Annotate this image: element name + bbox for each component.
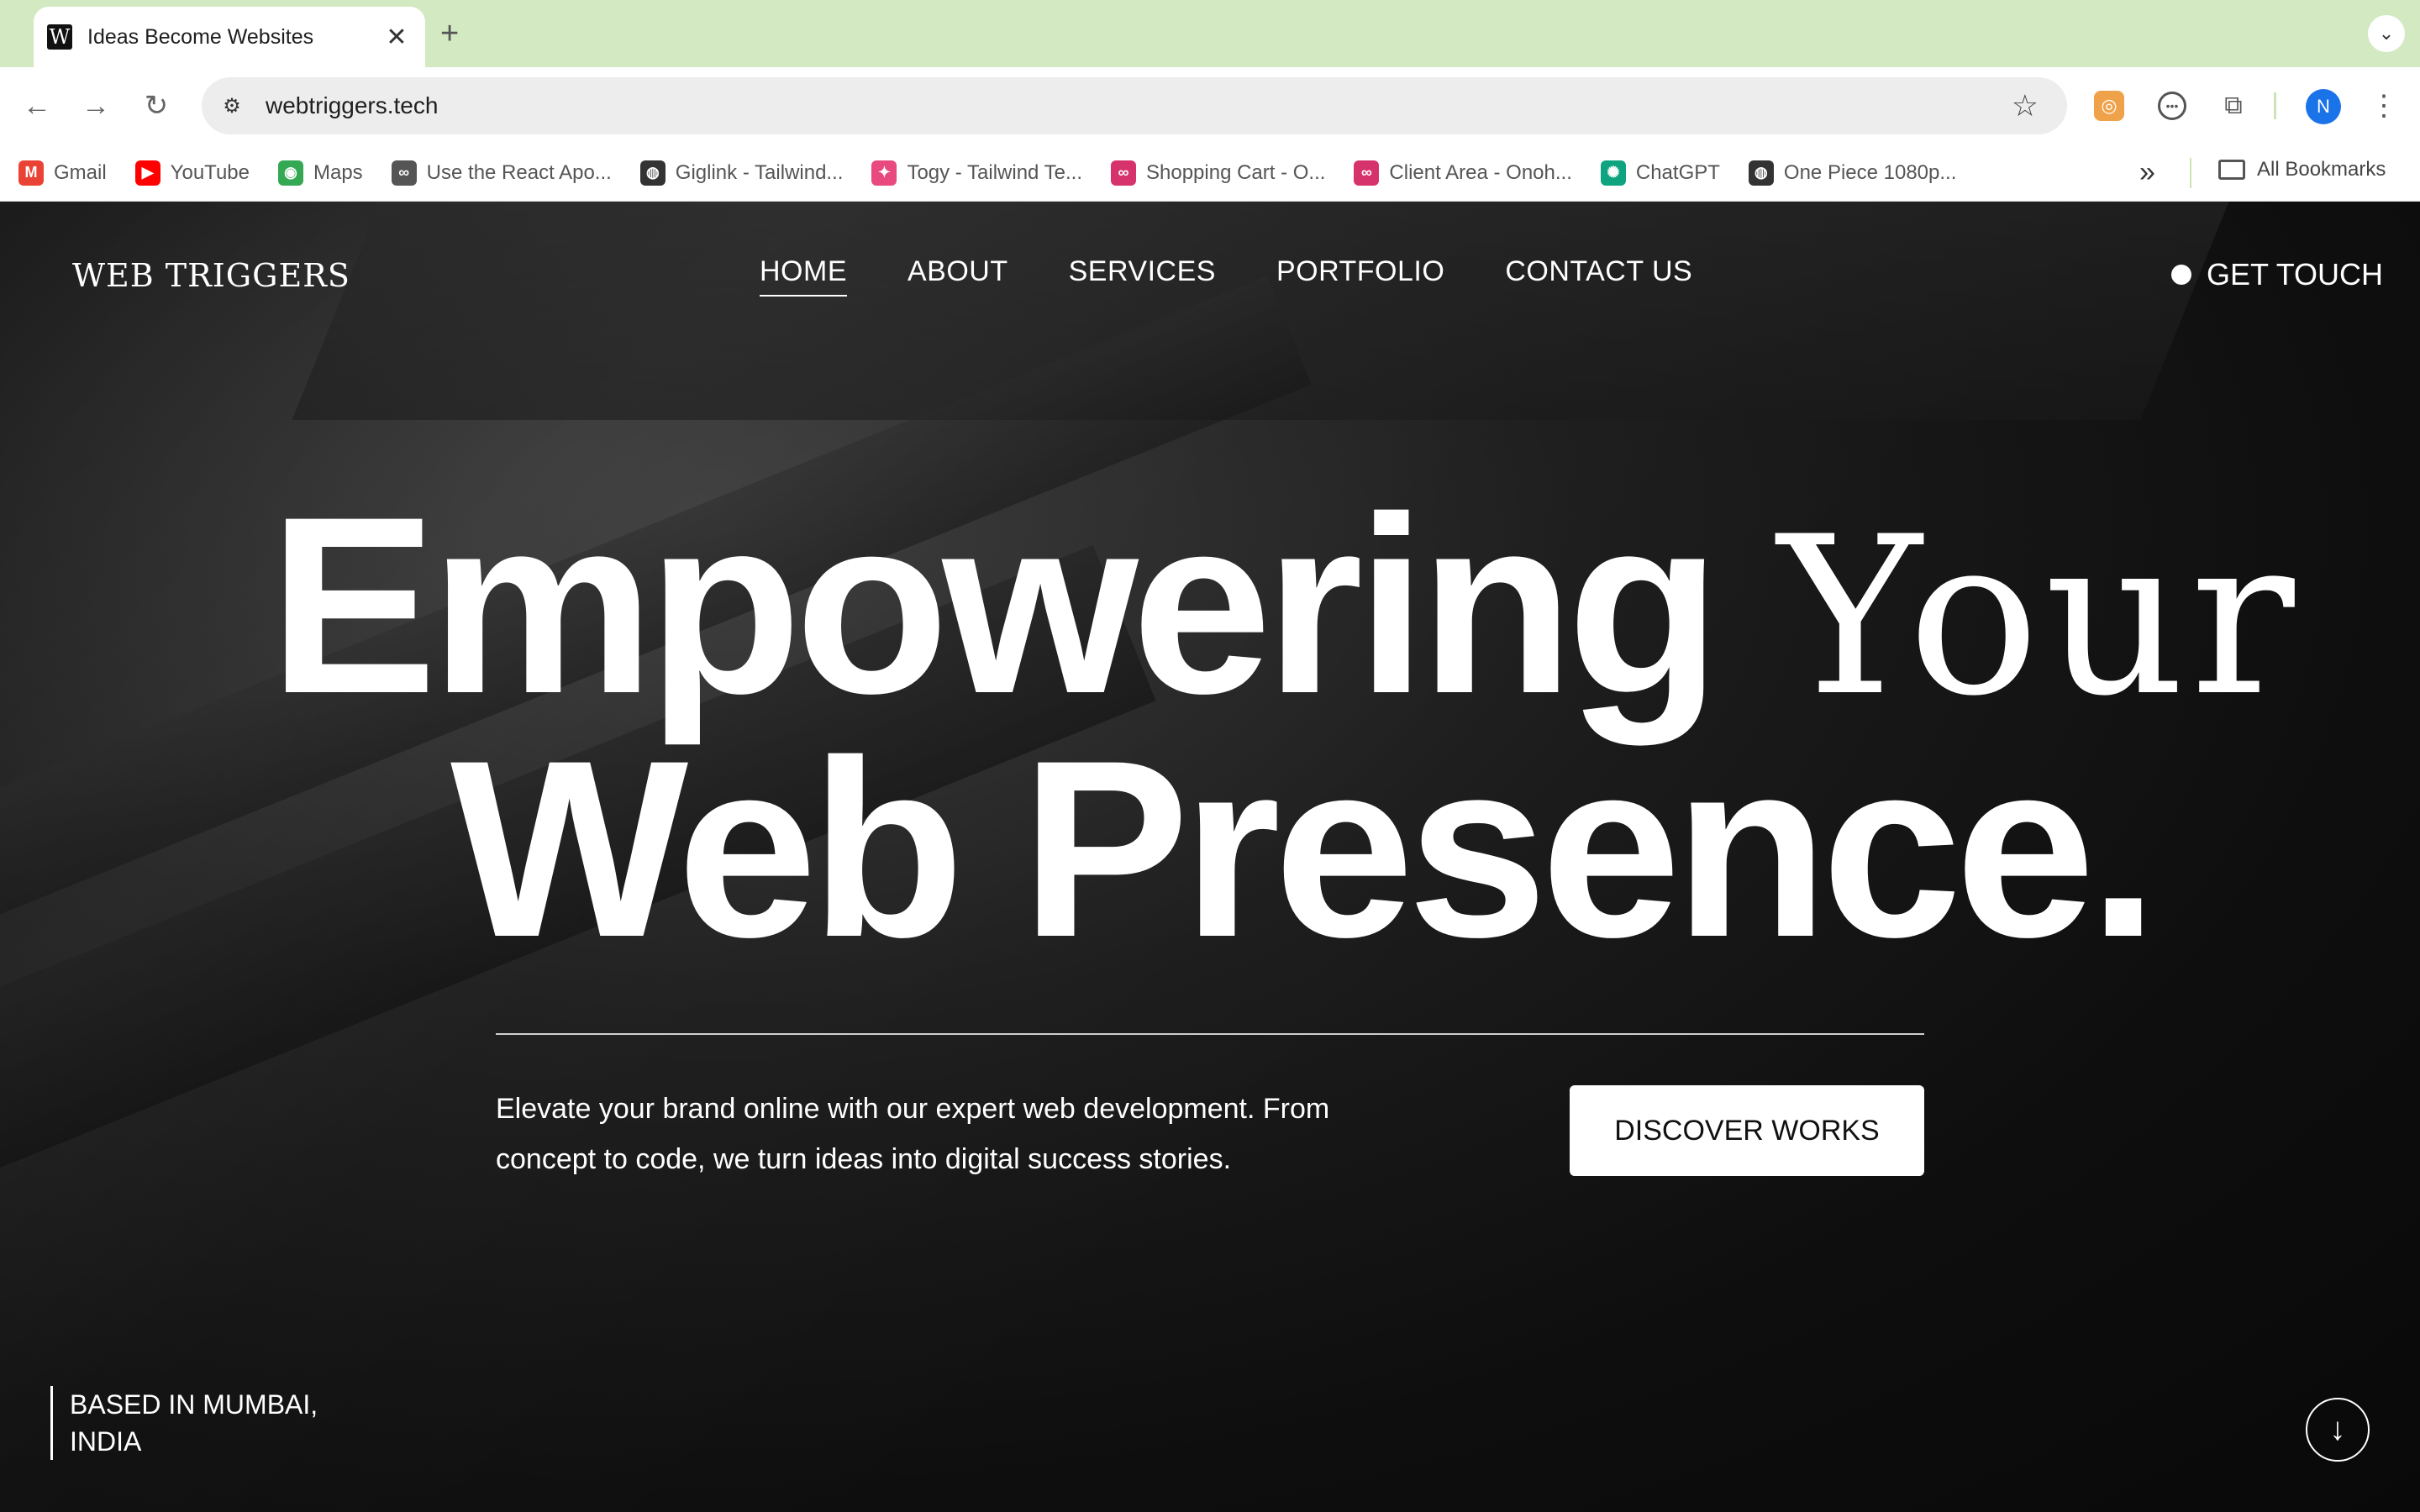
hero-word-empowering: Empowering (269, 464, 1721, 746)
bookmark-item[interactable]: ∞ Shopping Cart - O... (1110, 160, 1326, 186)
tab-strip: W Ideas Become Websites ✕ + ⌄ (0, 0, 2420, 67)
youtube-icon: ▶ (134, 160, 160, 186)
new-tab-icon[interactable]: + (440, 15, 459, 52)
more-bookmarks-chevron-icon[interactable]: » (2139, 156, 2155, 189)
bookmark-item[interactable]: ◉ Maps (277, 160, 363, 186)
get-touch-label: GET TOUCH (2207, 257, 2384, 291)
extensions-puzzle-icon[interactable]: ⧉ (2215, 87, 2252, 124)
bookmark-item[interactable]: ◍ Giglink - Tailwind... (639, 160, 844, 186)
folder-icon (2218, 160, 2245, 180)
bookmark-star-icon[interactable]: ☆ (2012, 88, 2039, 123)
browser-tab[interactable]: W Ideas Become Websites ✕ (34, 7, 425, 67)
glasses-pink-icon: ∞ (1354, 160, 1380, 186)
bookmarks-divider (2190, 158, 2191, 188)
hero-heading-line1: Empowering Your (269, 479, 2295, 731)
bookmark-item[interactable]: ∞ Client Area - Onoh... (1354, 160, 1572, 186)
bookmark-item[interactable]: ◍ One Piece 1080p... (1748, 160, 1957, 186)
browser-toolbar: ← → ↻ ⚙ webtriggers.tech ☆ ◎ ••• ⧉ N ⋮ (0, 67, 2420, 144)
glasses-pink-icon: ∞ (1110, 160, 1136, 186)
bookmark-label: One Piece 1080p... (1783, 160, 1957, 184)
bookmark-label: Use the React Apo... (426, 160, 612, 184)
site-favicon-icon: W (47, 24, 72, 50)
hero-description: Elevate your brand online with our exper… (496, 1093, 1330, 1175)
chatgpt-icon: ✺ (1600, 160, 1626, 186)
bookmark-label: YouTube (170, 160, 250, 184)
tab-search-chevron-icon[interactable]: ⌄ (2368, 15, 2405, 52)
bookmark-label: Togy - Tailwind Te... (907, 160, 1082, 184)
site-info-icon[interactable]: ⚙ (215, 89, 249, 123)
bookmark-label: Giglink - Tailwind... (675, 160, 844, 184)
bookmark-item[interactable]: ✺ ChatGPT (1600, 160, 1720, 186)
close-tab-icon[interactable]: ✕ (381, 23, 412, 52)
hero-divider (496, 1033, 1924, 1035)
location-label: BASED IN MUMBAI, INDIA (50, 1386, 387, 1460)
maps-icon: ◉ (277, 160, 303, 186)
glasses-icon: ∞ (391, 160, 417, 186)
all-bookmarks-label: All Bookmarks (2257, 158, 2386, 181)
nav-item-portfolio[interactable]: PORTFOLIO (1276, 255, 1444, 297)
url-text[interactable]: webtriggers.tech (266, 92, 2012, 119)
globe-icon: ◍ (639, 160, 666, 186)
hero-heading-line2: Web Presence. (450, 707, 2159, 990)
tab-title: Ideas Become Websites (87, 24, 314, 49)
bookmark-label: ChatGPT (1635, 160, 1720, 184)
scroll-down-arrow-icon[interactable]: ↓ (2306, 1398, 2370, 1462)
extension-orange-icon[interactable]: ◎ (2094, 91, 2124, 121)
profile-avatar[interactable]: N (2306, 89, 2341, 124)
all-bookmarks-button[interactable]: All Bookmarks (2218, 158, 2386, 181)
globe-icon: ◍ (1748, 160, 1774, 186)
bookmark-item[interactable]: ∞ Use the React Apo... (391, 160, 612, 186)
discover-works-button[interactable]: DISCOVER WORKS (1570, 1085, 1924, 1176)
nav-item-about[interactable]: ABOUT (908, 255, 1008, 297)
main-nav: HOME ABOUT SERVICES PORTFOLIO CONTACT US (760, 255, 1753, 297)
nav-item-home[interactable]: HOME (760, 255, 847, 297)
bookmark-item[interactable]: M Gmail (18, 160, 107, 186)
dot-icon (2171, 265, 2191, 285)
forward-arrow-icon[interactable]: → (76, 86, 116, 126)
bookmark-label: Gmail (54, 160, 107, 184)
bookmarks-bar: M Gmail ▶ YouTube ◉ Maps ∞ Use the React Apo...… (0, 144, 2420, 202)
nav-item-contact-us[interactable]: CONTACT US (1505, 255, 1692, 297)
reload-icon[interactable]: ↻ (136, 86, 176, 126)
bird-icon: ✦ (871, 160, 897, 186)
bookmark-item[interactable]: ✦ Togy - Tailwind Te... (871, 160, 1082, 186)
site-logo[interactable]: WEB TRIGGERS (72, 257, 350, 294)
back-arrow-icon[interactable]: ← (17, 86, 57, 126)
menu-kebab-icon[interactable]: ⋮ (2370, 87, 2398, 124)
bookmark-item[interactable]: ▶ YouTube (134, 160, 250, 186)
toolbar-divider (2274, 92, 2276, 119)
hero-word-your: Your (1777, 491, 2300, 744)
nav-item-services[interactable]: SERVICES (1069, 255, 1216, 297)
address-bar[interactable]: ⚙ webtriggers.tech ☆ (202, 77, 2067, 134)
get-touch-button[interactable]: GET TOUCH (2171, 257, 2383, 292)
extension-circle-icon[interactable]: ••• (2158, 92, 2186, 120)
bookmark-label: Shopping Cart - O... (1145, 160, 1326, 184)
page-viewport: WEB TRIGGERS HOME ABOUT SERVICES PORTFOL… (0, 202, 2420, 1512)
gmail-icon: M (18, 160, 44, 186)
bookmark-label: Client Area - Onoh... (1389, 160, 1572, 184)
bookmark-label: Maps (313, 160, 363, 184)
